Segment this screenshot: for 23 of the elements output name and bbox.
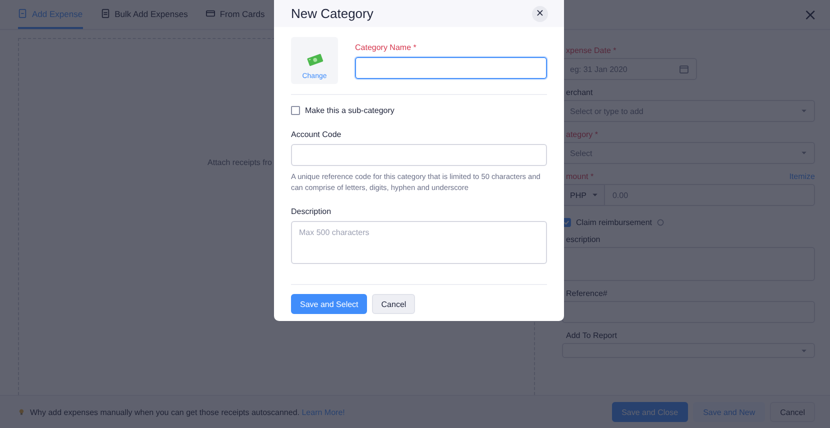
checkbox[interactable]: [291, 106, 300, 115]
cash-icon: [306, 53, 324, 66]
field-label: Category Name *: [355, 43, 418, 52]
account-code-field[interactable]: [291, 144, 547, 166]
dialog-title: New Category: [291, 6, 374, 21]
checkbox-label: Make this a sub-category: [305, 106, 394, 115]
field-label: Account Code: [291, 130, 342, 139]
close-button[interactable]: ×: [800, 0, 820, 29]
itemize-link[interactable]: Itemize: [789, 172, 815, 181]
save-and-select-button[interactable]: Save and Select: [291, 294, 368, 314]
field-label: Description: [291, 207, 332, 216]
close-button[interactable]: ×: [532, 6, 548, 22]
field-label: escription: [566, 235, 600, 244]
description-field[interactable]: Max 500 characters: [291, 221, 547, 264]
field-label: Add To Report: [566, 331, 617, 340]
checkbox-label: Claim reimbursement: [576, 218, 652, 227]
field-label: Reference#: [566, 289, 608, 298]
field-label: xpense Date *: [566, 46, 616, 55]
field-label: ategory *: [566, 130, 598, 139]
category-name-field[interactable]: [355, 57, 547, 79]
field-label: erchant: [566, 88, 593, 97]
field-label: mount *: [566, 172, 594, 181]
cancel-button[interactable]: Cancel: [372, 294, 416, 314]
